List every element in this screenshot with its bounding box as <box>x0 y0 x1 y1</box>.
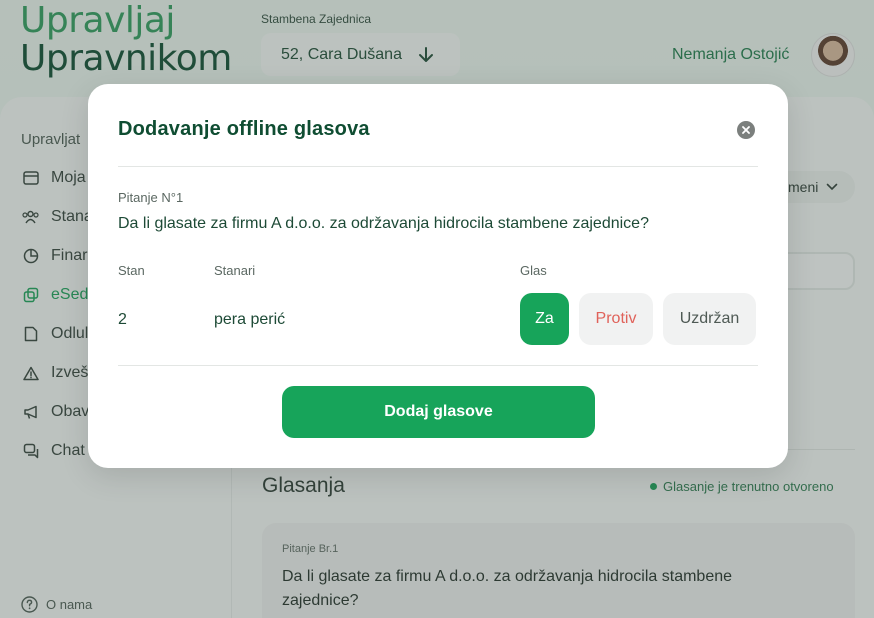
offline-votes-modal: Dodavanje offline glasova Pitanje N°1 Da… <box>88 84 788 468</box>
column-header-residents: Stanari <box>214 263 256 278</box>
column-header-vote: Glas <box>520 263 547 278</box>
vote-yes-button[interactable]: Za <box>520 293 569 345</box>
vote-abstain-button[interactable]: Uzdržan <box>663 293 756 345</box>
modal-title: Dodavanje offline glasova <box>118 118 370 140</box>
apartment-number: 2 <box>118 311 127 328</box>
add-votes-button[interactable]: Dodaj glasove <box>282 386 595 438</box>
close-button[interactable] <box>737 121 755 139</box>
column-header-apartment: Stan <box>118 263 145 278</box>
close-icon <box>742 126 750 134</box>
question-text: Da li glasate za firmu A d.o.o. za održa… <box>118 215 649 232</box>
modal-divider-top <box>118 166 758 167</box>
question-label: Pitanje N°1 <box>118 190 184 205</box>
resident-name: pera perić <box>214 311 286 328</box>
modal-divider-bottom <box>118 365 758 366</box>
vote-no-button[interactable]: Protiv <box>579 293 653 345</box>
